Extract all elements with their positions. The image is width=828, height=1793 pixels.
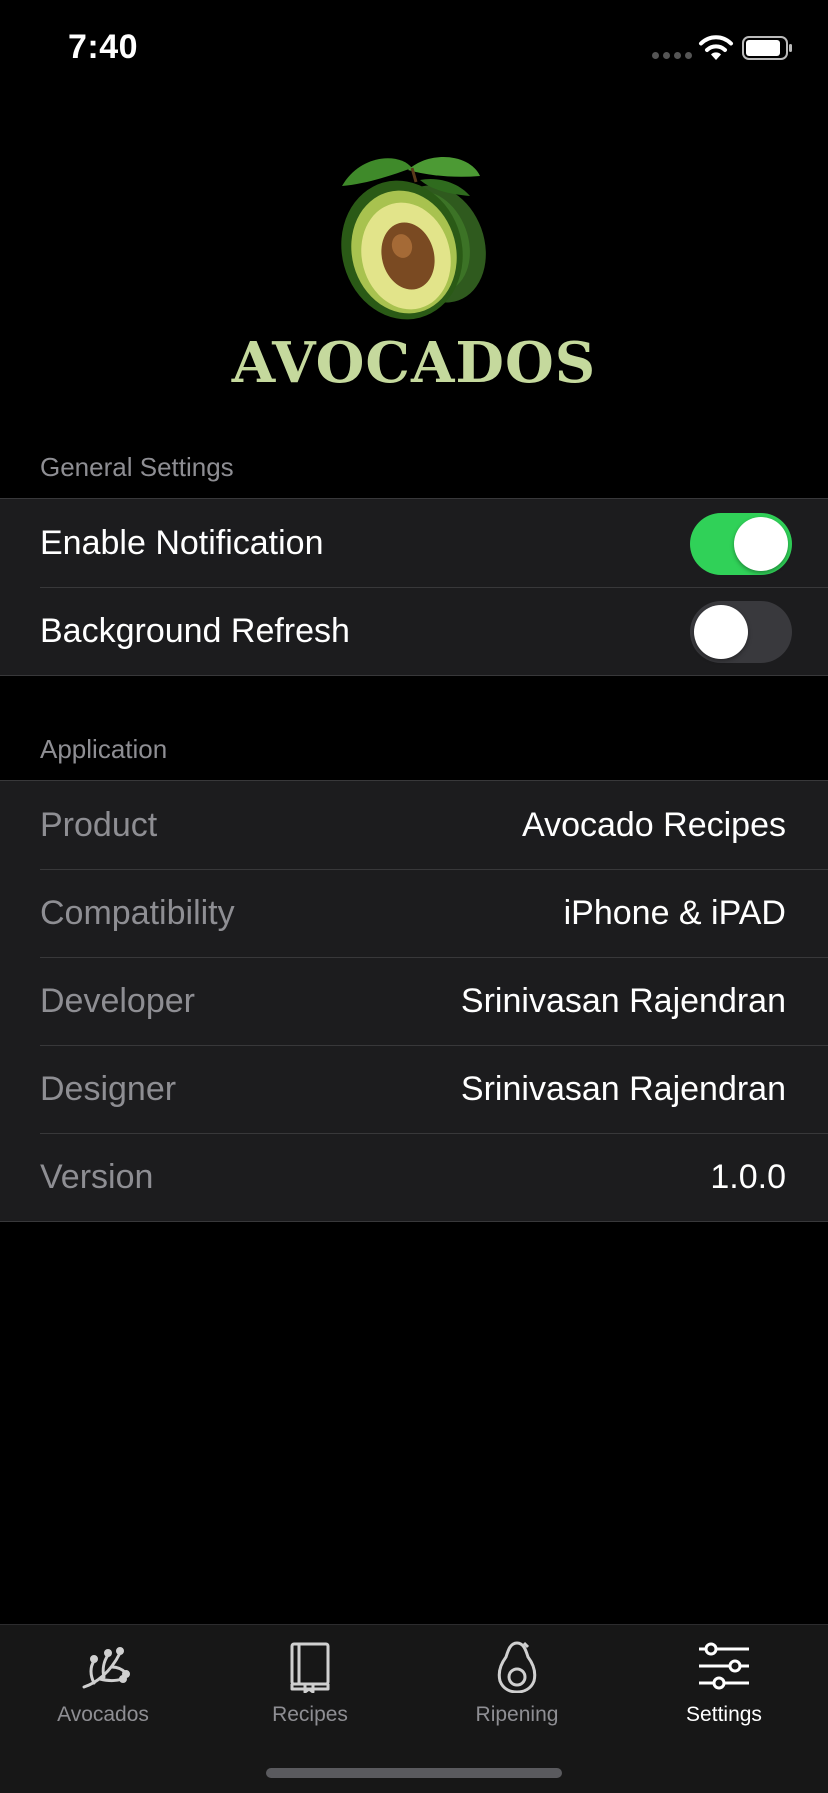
toggle-knob: [694, 605, 748, 659]
branch-icon: [82, 1647, 130, 1689]
tab-recipes[interactable]: Recipes: [230, 1639, 390, 1739]
avocado-icon: [341, 157, 486, 320]
section-header-application: Application: [40, 734, 168, 764]
row-value: 1.0.0: [710, 1157, 786, 1196]
app-title: AVOCADOS: [231, 330, 597, 396]
info-row-compatibility: Compatibility iPhone & iPAD: [0, 869, 828, 957]
toggle-knob: [734, 517, 788, 571]
status-bar: 7:40: [0, 0, 828, 100]
settings-row-background-refresh: Background Refresh: [0, 587, 828, 675]
tab-avocados[interactable]: Avocados: [23, 1639, 183, 1739]
general-settings-group: Enable Notification Background Refresh: [0, 498, 828, 676]
avocado-outline-icon: [497, 1641, 537, 1693]
row-value: iPhone & iPAD: [563, 893, 786, 932]
info-row-version: Version 1.0.0: [0, 1133, 828, 1221]
tab-label: Avocados: [57, 1703, 149, 1726]
tab-label: Settings: [686, 1703, 762, 1726]
row-label: Developer: [40, 981, 195, 1020]
row-label: Designer: [40, 1069, 177, 1108]
row-value: Avocado Recipes: [522, 805, 786, 844]
row-label: Background Refresh: [40, 611, 350, 650]
status-time: 7:40: [68, 28, 139, 66]
settings-row-enable-notification: Enable Notification: [0, 499, 828, 587]
cellular-signal-icon: [652, 52, 692, 59]
row-label: Version: [40, 1157, 154, 1196]
tab-ripening[interactable]: Ripening: [437, 1639, 597, 1739]
wifi-icon: [699, 35, 733, 60]
row-label: Product: [40, 805, 158, 844]
tab-label: Ripening: [475, 1703, 559, 1726]
row-value: Srinivasan Rajendran: [460, 1069, 786, 1108]
home-indicator: [266, 1768, 562, 1778]
info-row-product: Product Avocado Recipes: [0, 781, 828, 869]
tab-label: Recipes: [272, 1703, 348, 1726]
tab-settings[interactable]: Settings: [644, 1639, 804, 1739]
battery-icon: [742, 36, 792, 60]
section-header-general: General Settings: [40, 452, 234, 482]
application-info-group: Product Avocado Recipes Compatibility iP…: [0, 780, 828, 1222]
book-icon: [290, 1642, 330, 1693]
row-label: Compatibility: [40, 893, 235, 932]
row-value: Srinivasan Rajendran: [460, 981, 786, 1020]
info-row-developer: Developer Srinivasan Rajendran: [0, 957, 828, 1045]
row-label: Enable Notification: [40, 523, 324, 562]
background-refresh-toggle[interactable]: [690, 601, 792, 663]
enable-notification-toggle[interactable]: [690, 513, 792, 575]
info-row-designer: Designer Srinivasan Rajendran: [0, 1045, 828, 1133]
sliders-icon: [699, 1642, 749, 1690]
